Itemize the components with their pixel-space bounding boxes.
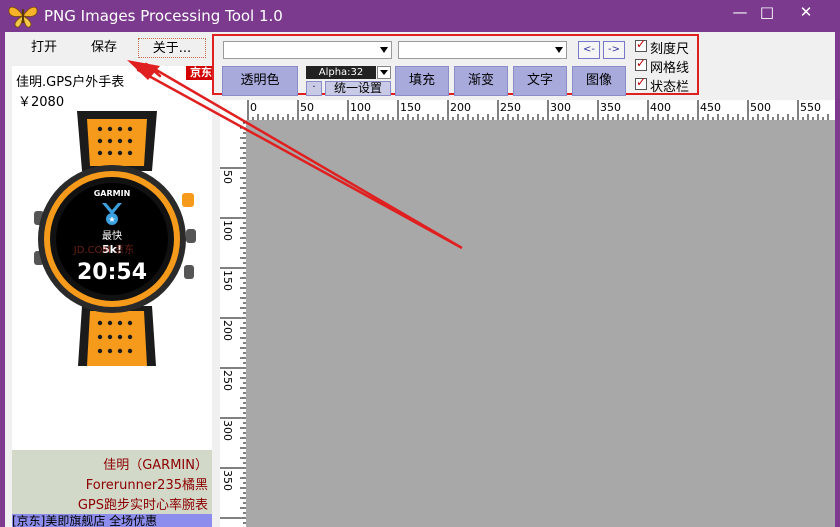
- alpha-value[interactable]: Alpha:32: [306, 66, 376, 79]
- chevron-down-icon: [555, 47, 563, 53]
- ad-title[interactable]: 佳明.GPS户外手表: [16, 71, 124, 90]
- ruler-h-label: 250: [500, 101, 521, 114]
- ruler-v-label: 300: [221, 420, 234, 441]
- menu-about[interactable]: 关于...: [138, 38, 206, 58]
- maximize-button[interactable]: □: [752, 2, 782, 24]
- chevron-down-icon: [380, 47, 388, 53]
- transparent-color-button[interactable]: 透明色: [222, 66, 298, 96]
- menu-open[interactable]: 打开: [23, 38, 65, 58]
- window-title: PNG Images Processing Tool 1.0: [44, 7, 283, 25]
- watch-time: 20:54: [77, 260, 147, 285]
- ruler-v-label: 250: [221, 370, 234, 391]
- ruler-h-label: 550: [800, 101, 821, 114]
- chevron-down-icon: [380, 70, 388, 75]
- gradient-button[interactable]: 渐变: [454, 66, 508, 96]
- ruler-h-label: 450: [700, 101, 721, 114]
- next-button[interactable]: ->: [603, 41, 625, 59]
- client-area: 打开 保存 关于... 佳明.GPS户外手表 ￥2080 京东 GARMIN ★…: [5, 32, 835, 527]
- ruler-h-label: 0: [250, 101, 257, 114]
- apply-all-button[interactable]: 统一设置: [325, 81, 391, 96]
- ad-desc-line: GPS跑步实时心率腕表: [77, 498, 208, 513]
- checkbox-checked-icon: [635, 56, 647, 71]
- prev-button[interactable]: <-: [578, 41, 600, 59]
- ad-bottom-link[interactable]: [京东]美即旗舰店 全场优惠: [12, 514, 212, 527]
- jd-badge: 京东: [186, 66, 212, 80]
- minimize-button[interactable]: —: [725, 2, 755, 24]
- text-button[interactable]: 文字: [513, 66, 567, 96]
- ruler-h-label: 350: [600, 101, 621, 114]
- ad-bottom-text: [京东]美即旗舰店 全场优惠: [12, 514, 158, 527]
- ruler-v-label: 50: [221, 170, 234, 184]
- ruler-h-label: 50: [300, 101, 314, 114]
- ruler-v-label: 200: [221, 320, 234, 341]
- fill-button[interactable]: 填充: [395, 66, 449, 96]
- ad-price: ￥2080: [18, 95, 65, 110]
- grid-checkbox-label: 网格线: [650, 61, 690, 76]
- image-select-combo[interactable]: [223, 41, 392, 59]
- checkbox-checked-icon: [635, 75, 647, 90]
- ruler-v-label: 350: [221, 470, 234, 491]
- ruler-h-label: 400: [650, 101, 671, 114]
- ruler-checkbox-label: 刻度尺: [650, 42, 690, 57]
- ruler-corner: [220, 100, 246, 120]
- watch-image[interactable]: GARMIN ★ 最快 5k! 20:54 JD.COM 京东: [32, 111, 202, 366]
- butterfly-icon: [8, 6, 38, 28]
- statusbar-checkbox-label: 状态栏: [650, 80, 690, 95]
- horizontal-ruler-ticks: 0 50 100 150 200 250 300 350 400 450 500 550: [247, 100, 829, 120]
- image-button[interactable]: 图像: [572, 66, 626, 96]
- ad-panel[interactable]: 佳明.GPS户外手表 ￥2080 京东 GARMIN ★ 最快 5k! 20:5…: [12, 66, 212, 527]
- ruler-h-label: 300: [550, 101, 571, 114]
- ruler-v-label: 100: [221, 220, 234, 241]
- title-bar: PNG Images Processing Tool 1.0 — □ ✕: [0, 0, 840, 32]
- ad-description[interactable]: 佳明（GARMIN） Forerunner235橘黑 GPS跑步实时心率腕表: [12, 450, 212, 514]
- watch-brand: GARMIN: [94, 189, 131, 198]
- checkbox-checked-icon: [635, 37, 647, 52]
- watch-line1: 最快: [102, 230, 122, 242]
- svg-text:★: ★: [108, 215, 115, 224]
- ruler-h-label: 150: [400, 101, 421, 114]
- ruler-h-label: 200: [450, 101, 471, 114]
- ruler-v-label: 150: [221, 270, 234, 291]
- layer-select-combo[interactable]: [398, 41, 567, 59]
- ruler-h-label: 100: [350, 101, 371, 114]
- alpha-small-button[interactable]: ·: [306, 81, 322, 96]
- vertical-ruler-ticks: 50 100 150 200 250 300 350: [220, 122, 246, 524]
- toolbar: <- -> 透明色 Alpha:32 · 统一设置 填充 渐变 文字 图像: [212, 34, 699, 96]
- ad-desc-line: 佳明（GARMIN）: [103, 458, 208, 473]
- ruler-h-label: 500: [750, 101, 771, 114]
- ad-desc-line: Forerunner235橘黑: [85, 478, 208, 493]
- vertical-ruler: 50 100 150 200 250 300 350: [220, 120, 246, 527]
- alpha-dropdown[interactable]: [377, 66, 391, 79]
- menu-save[interactable]: 保存: [83, 38, 125, 58]
- horizontal-ruler: 0 50 100 150 200 250 300 350 400 450 500 550: [220, 100, 835, 120]
- jd-watermark: JD.COM 京东: [73, 243, 135, 256]
- close-button[interactable]: ✕: [791, 2, 821, 24]
- canvas-area[interactable]: 0 50 100 150 200 250 300 350 400 450 500 550 50 100 1…: [220, 100, 835, 527]
